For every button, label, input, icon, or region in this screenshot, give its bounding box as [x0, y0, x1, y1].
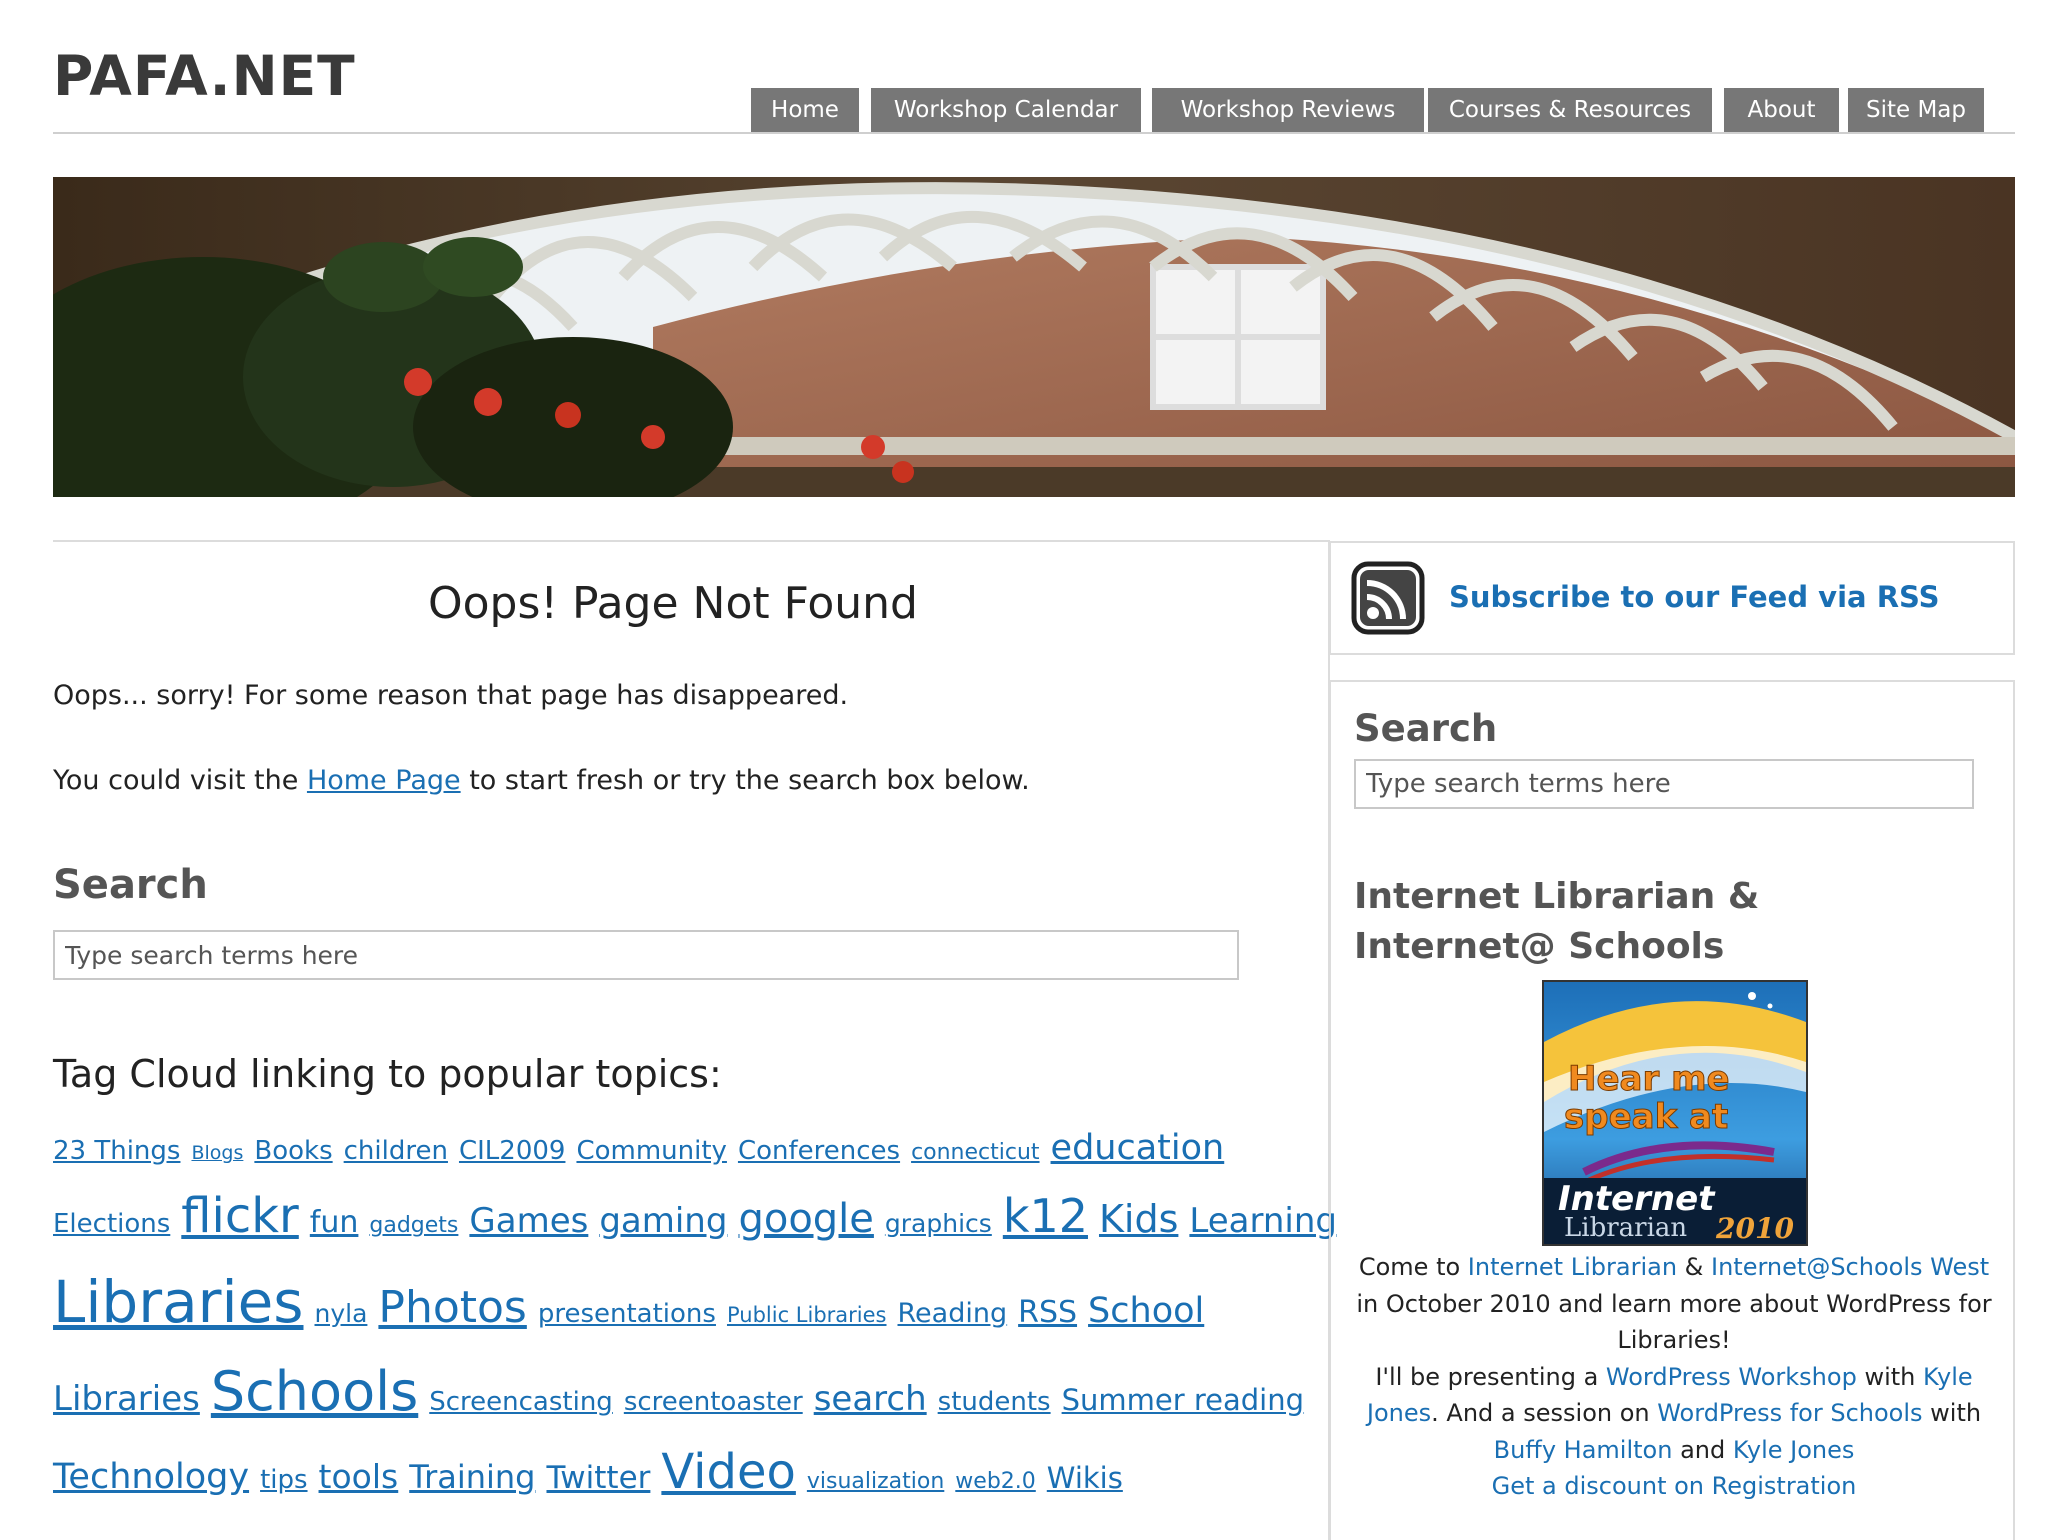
tag-link[interactable]: Technology: [53, 1457, 249, 1497]
promo-text: and: [1672, 1435, 1733, 1464]
promo-year: 2010: [1715, 1212, 1794, 1244]
tag-link[interactable]: search: [814, 1379, 927, 1419]
promo-description: Come to Internet Librarian & Internet@Sc…: [1331, 1249, 2017, 1505]
tag-link[interactable]: web2.0: [955, 1469, 1035, 1494]
tag-link[interactable]: nyla: [315, 1299, 368, 1328]
promo-speak-at: speak at: [1564, 1097, 1728, 1137]
wordpress-workshop-link[interactable]: WordPress Workshop: [1606, 1363, 1857, 1391]
tag-link[interactable]: Screencasting: [429, 1387, 613, 1417]
suggestion-text-before: You could visit the: [53, 765, 307, 796]
tag-link[interactable]: flickr: [181, 1188, 299, 1244]
tag-link[interactable]: Community: [576, 1136, 726, 1166]
tag-link[interactable]: visualization: [807, 1469, 944, 1494]
tag-link[interactable]: k12: [1003, 1189, 1088, 1243]
tag-link[interactable]: tips: [260, 1465, 307, 1495]
tag-link[interactable]: Video: [661, 1444, 795, 1500]
tag-link[interactable]: Photos: [378, 1282, 526, 1333]
tag-link[interactable]: connecticut: [911, 1140, 1039, 1165]
tag-link[interactable]: Reading: [898, 1298, 1008, 1329]
header-divider: [53, 132, 2015, 134]
sidebar-search-title: Search: [1354, 707, 1498, 750]
tag-link[interactable]: Summer reading: [1062, 1383, 1304, 1417]
tag-link[interactable]: presentations: [538, 1299, 716, 1329]
tag-link[interactable]: gadgets: [369, 1213, 458, 1238]
main-search-input[interactable]: [53, 930, 1239, 980]
page-title: Oops! Page Not Found: [428, 578, 918, 629]
tag-link[interactable]: screentoaster: [624, 1387, 803, 1417]
main-search-title: Search: [53, 862, 208, 908]
rss-icon[interactable]: [1351, 561, 1425, 635]
nav-courses-resources[interactable]: Courses & Resources: [1428, 88, 1712, 133]
tag-link[interactable]: Elections: [53, 1209, 170, 1239]
registration-discount-link[interactable]: Get a discount on Registration: [1492, 1472, 1857, 1500]
promo-text: . And a session on: [1431, 1399, 1658, 1427]
site-title[interactable]: PAFA.NET: [53, 44, 356, 108]
nav-about[interactable]: About: [1724, 88, 1839, 133]
tag-link[interactable]: tools: [319, 1457, 399, 1496]
tag-link[interactable]: graphics: [885, 1209, 992, 1238]
tag-link[interactable]: Learning: [1189, 1201, 1337, 1241]
internet-librarian-badge[interactable]: Hear me speak at Internet Librarian 2010: [1542, 980, 1808, 1246]
nav-site-map[interactable]: Site Map: [1848, 88, 1984, 133]
sidebar-search-input[interactable]: [1354, 759, 1974, 809]
tag-link[interactable]: children: [344, 1136, 448, 1166]
sidebar: Search Internet Librarian & Internet@ Sc…: [1329, 680, 2015, 1540]
suggestion-text-after: to start fresh or try the search box bel…: [460, 765, 1030, 796]
internet-librarian-heading: Internet Librarian & Internet@ Schools: [1354, 876, 1760, 967]
tag-link[interactable]: Twitter: [546, 1460, 650, 1496]
header-banner-image: [53, 177, 2015, 497]
tag-link[interactable]: 23 Things: [53, 1136, 180, 1166]
tag-link[interactable]: Libraries: [53, 1379, 200, 1419]
tag-link[interactable]: education: [1051, 1128, 1225, 1168]
tag-link[interactable]: RSS: [1018, 1295, 1077, 1330]
tag-link[interactable]: Blogs: [191, 1142, 243, 1164]
tag-link[interactable]: Books: [254, 1136, 332, 1166]
home-page-link[interactable]: Home Page: [307, 765, 461, 796]
promo-text: &: [1677, 1253, 1712, 1281]
promo-text: Come to: [1358, 1253, 1468, 1281]
tag-link[interactable]: Libraries: [53, 1268, 304, 1336]
error-message: Oops... sorry! For some reason that page…: [53, 680, 849, 711]
tag-link[interactable]: Kids: [1099, 1197, 1178, 1241]
rss-widget: Subscribe to our Feed via RSS: [1329, 541, 2015, 655]
nav-workshop-calendar[interactable]: Workshop Calendar: [871, 88, 1141, 133]
kyle-jones-link-2[interactable]: Kyle Jones: [1733, 1436, 1855, 1464]
promo-text: with: [1922, 1399, 1982, 1427]
nav-home[interactable]: Home: [751, 88, 859, 133]
tag-link[interactable]: Conferences: [738, 1136, 900, 1166]
tag-link[interactable]: Schools: [211, 1360, 418, 1423]
tag-link[interactable]: google: [738, 1196, 873, 1242]
promo-text: I'll be presenting a: [1375, 1362, 1606, 1391]
tag-link[interactable]: Public Libraries: [727, 1303, 887, 1327]
content-top-divider: [53, 540, 1329, 542]
promo-librarian: Librarian: [1564, 1213, 1687, 1243]
tag-link[interactable]: students: [938, 1387, 1051, 1417]
tag-link[interactable]: CIL2009: [459, 1136, 565, 1166]
tag-link[interactable]: gaming: [599, 1201, 727, 1241]
buffy-hamilton-link[interactable]: Buffy Hamilton: [1494, 1436, 1673, 1464]
internet-librarian-link[interactable]: Internet Librarian: [1468, 1253, 1677, 1281]
wordpress-for-schools-link[interactable]: WordPress for Schools: [1657, 1399, 1922, 1427]
rss-subscribe-link[interactable]: Subscribe to our Feed via RSS: [1449, 580, 1940, 614]
tag-cloud-heading: Tag Cloud linking to popular topics:: [53, 1052, 722, 1096]
tag-link[interactable]: Training: [409, 1458, 535, 1496]
tag-link[interactable]: Games: [469, 1201, 588, 1241]
promo-text: in October 2010 and learn more about Wor…: [1356, 1289, 1992, 1355]
internet-schools-west-link[interactable]: Internet@Schools West: [1711, 1253, 1989, 1281]
tag-link[interactable]: fun: [310, 1205, 359, 1240]
nav-workshop-reviews[interactable]: Workshop Reviews: [1152, 88, 1424, 133]
tag-link[interactable]: School: [1088, 1291, 1204, 1331]
promo-hear-me: Hear me: [1568, 1059, 1730, 1099]
suggestion-text: You could visit the Home Page to start f…: [53, 765, 1030, 796]
promo-text: with: [1856, 1362, 1923, 1391]
tag-link[interactable]: Wikis: [1047, 1461, 1123, 1495]
